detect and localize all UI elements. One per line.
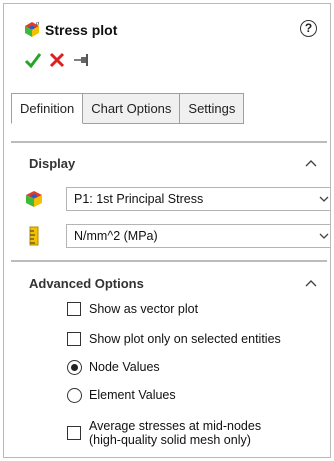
component-row: P1: 1st Principal Stress [24,187,330,211]
units-value: N/mm^2 (MPa) [74,229,158,243]
cancel-button[interactable] [47,50,67,70]
chevron-down-icon [319,196,329,202]
node-values-label: Node Values [89,360,160,374]
chevron-up-icon[interactable] [304,158,318,168]
average-stresses-label-line1: Average stresses at mid-nodes [89,419,262,433]
stress-component-select[interactable]: P1: 1st Principal Stress [66,187,330,211]
pushpin-icon[interactable] [72,50,92,70]
stress-plot-icon: σ [25,21,40,37]
panel-header: σ Stress plot ? [4,4,330,50]
chevron-down-icon [319,233,329,239]
ruler-icon [29,226,39,246]
divider [11,141,327,143]
svg-text:σ: σ [36,21,40,27]
display-section-title: Display [29,156,76,171]
average-stresses-label-line2: (high-quality solid mesh only) [89,433,251,447]
selected-entities-checkbox[interactable] [67,332,81,346]
ok-button[interactable] [23,50,43,70]
vector-plot-label: Show as vector plot [89,302,199,316]
tab-strip: Definition Chart Options Settings [11,93,245,124]
property-manager-panel: σ Stress plot ? Definition Chart Options… [3,3,331,458]
chevron-up-icon[interactable] [304,278,318,288]
panel-title: Stress plot [45,22,118,38]
divider [11,260,327,262]
tab-definition[interactable]: Definition [11,93,84,124]
action-bar [4,50,330,80]
units-row: N/mm^2 (MPa) [24,224,330,248]
average-stresses-label: Average stresses at mid-nodes (high-qual… [89,419,261,447]
radio-selected-dot [71,364,78,371]
help-icon[interactable]: ? [300,20,317,37]
tab-settings[interactable]: Settings [180,93,245,124]
element-values-radio[interactable] [67,388,82,403]
element-values-label: Element Values [89,388,176,402]
advanced-section-title: Advanced Options [29,276,144,291]
vector-plot-checkbox[interactable] [67,302,81,316]
selected-entities-label: Show plot only on selected entities [89,332,281,346]
tab-chart-options[interactable]: Chart Options [83,93,181,124]
average-stresses-checkbox[interactable] [67,426,81,440]
units-select[interactable]: N/mm^2 (MPa) [66,224,330,248]
node-values-radio[interactable] [67,360,82,375]
stress-component-value: P1: 1st Principal Stress [74,192,204,206]
stress-component-icon [26,191,42,207]
